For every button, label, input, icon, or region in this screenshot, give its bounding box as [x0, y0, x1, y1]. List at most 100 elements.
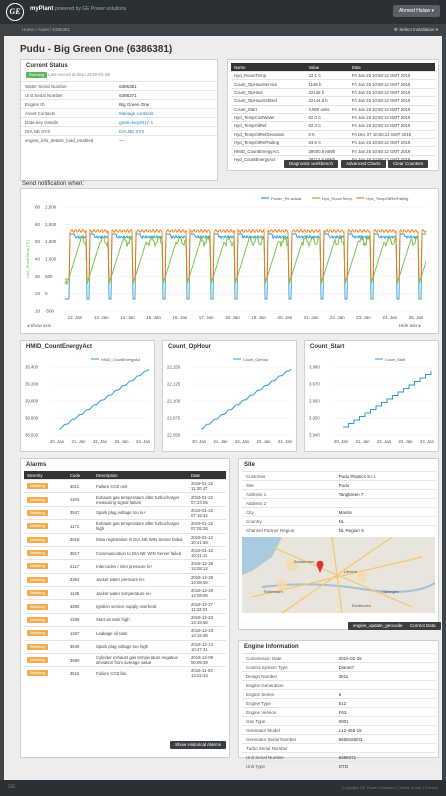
user-menu-button[interactable]: Ahmed Halaw ▾: [392, 5, 440, 17]
kv-value[interactable]: green-key2017-1: [115, 117, 217, 127]
diagnostic-workbench-button[interactable]: Diagnostic workbench: [284, 160, 339, 168]
severity-badge: Warning: [27, 523, 48, 530]
table-row[interactable]: Hyd_TempOilRefDeviation 0 K Fri Dec 07 10:…: [231, 129, 435, 139]
table-row[interactable]: Warning 3590 Cylinder exhaust gas temperat…: [24, 652, 226, 667]
table-row[interactable]: Hyd_TempOilRef 62.3 C Fri Jan 25 10:50:12 …: [231, 121, 435, 131]
table-row[interactable]: Warning 1258 Start air tank high 2018-12-23…: [24, 612, 226, 627]
table-row[interactable]: Warning 3516 Failure CO2 fan 2018-11-03 13:…: [24, 666, 226, 680]
table-row[interactable]: Warning 3260 Ignition service supply overh…: [24, 599, 226, 614]
table-cell: Cylinder exhaust gas temperature negativ…: [93, 652, 188, 667]
panel-title: Alarms: [26, 462, 47, 468]
column-header[interactable]: Code: [66, 471, 93, 480]
table-row[interactable]: Warning 3817 Communication to DIA.NE WIN S…: [24, 545, 226, 560]
update-geocode-button[interactable]: engine_update_geocode: [348, 622, 408, 630]
table-row[interactable]: Warning 3649 Spark plug voltage too high 20…: [24, 639, 226, 654]
legend-label[interactable]: Hyd_RoomTemp: [322, 196, 353, 201]
table-cell: 3547: [66, 505, 93, 520]
installation-menu[interactable]: ⚙ Select Installation ▾: [394, 27, 438, 33]
show-axis-toggle[interactable]: ◂ Show axis: [27, 323, 52, 328]
y-tick: 3,950: [309, 416, 320, 421]
kv-value[interactable]: DIA.NE SYS: [115, 126, 217, 136]
kv-key: Site: [242, 480, 335, 490]
column-header[interactable]: Description: [93, 471, 188, 480]
table-row[interactable]: Hyd_TempCoolWater 62.0 C Fri Jan 25 10:50:…: [231, 112, 435, 122]
table-cell: 3817: [66, 545, 93, 560]
table-cell: 22145 h: [305, 87, 349, 97]
table-row[interactable]: Warning 3547 Spark plug voltage too lo+ 201…: [24, 505, 226, 520]
column-header[interactable]: Name: [231, 63, 306, 72]
y-tick: 22,050: [167, 433, 181, 438]
map-label: Rotterdam: [264, 589, 283, 594]
kv-value: NL Region S: [334, 525, 435, 534]
y-tick: 22,125: [167, 382, 181, 387]
table-cell: Exhaust gas temperature after turbocharg…: [93, 492, 188, 507]
series-line-power[interactable]: [65, 233, 426, 300]
table-row[interactable]: Count_Start 3,960 units Fri Jan 25 10:50:1…: [231, 104, 435, 114]
table-row[interactable]: Count_OpHour 22145 h Fri Jan 25 10:50:12 G…: [231, 87, 435, 97]
column-header[interactable]: Date: [188, 471, 226, 480]
y-tick-right: 500: [45, 274, 53, 279]
legend-label[interactable]: Count_Start: [385, 358, 406, 362]
kv-row: Customer Pudu Plastics S.r.l.: [242, 471, 435, 481]
column-header[interactable]: Value: [305, 63, 349, 72]
legend-label[interactable]: HMID_CountEnergyAct: [101, 358, 141, 362]
severity-cell: Warning: [24, 545, 67, 560]
table-row[interactable]: Hyd_TempOilRefFailing 63.6 C Fri Jan 25 10…: [231, 137, 435, 147]
table-row[interactable]: HMID_CountEnergyAct 39000.8 MWh Fri Jan 25…: [231, 146, 435, 156]
table-row[interactable]: Warning 2117 Intercooler / inlet pressure …: [24, 559, 226, 574]
table-cell: 39000.8 MWh: [305, 146, 349, 156]
kv-value: Tangkreen 7: [334, 489, 435, 499]
table-row[interactable]: Warning 1267 Leakage oil tank 2018-12-23 14…: [24, 626, 226, 640]
kv-key: Asset Contacts: [21, 108, 116, 118]
ge-logo[interactable]: GE: [6, 3, 24, 21]
footer-links[interactable]: Copyright GE Power Solutions | Terms of …: [342, 785, 439, 790]
mini-chart[interactable]: Count_OpHour 22,150 22,125 22,100 22,075 22,0…: [163, 353, 296, 451]
kv-key: Engine Generation: [242, 680, 335, 690]
table-cell: Data registration in DIA.NE WIN Server f…: [93, 532, 188, 547]
site-map[interactable]: Amsterdam Utrecht Rotterdam Nijmegen Ein…: [242, 536, 436, 614]
kv-value: L12-455-15: [334, 725, 435, 735]
table-cell: 2018-12-29 14:08:06: [188, 572, 226, 587]
table-row[interactable]: Warning 3511 Failure CO2 unit 2019-01-22 11…: [24, 478, 226, 493]
legend-label[interactable]: Power_Pe.actual: [271, 196, 301, 201]
series-line[interactable]: [200, 369, 292, 430]
table-row[interactable]: Count_OpHourService 1145 h Fri Jan 25 10:5…: [231, 79, 435, 89]
legend-label[interactable]: Hyd_TempOilRefFailing: [366, 196, 408, 201]
alarms-table: Severity Code Description Date Warning 3511 Fa…: [24, 471, 226, 680]
table-row[interactable]: Warning 1171 Exhaust gas temperature after…: [24, 519, 226, 533]
table-row[interactable]: Warning 3362 Jacket water pressure lo+ 2018…: [24, 572, 226, 587]
column-header[interactable]: Severity: [24, 471, 67, 480]
table-row[interactable]: Count_OpHourSchDef 22144.5 h Fri Jan 25 10…: [231, 96, 435, 105]
show-historical-alarms-button[interactable]: Show Historical Alarms: [170, 741, 227, 749]
table-cell: 3362: [66, 572, 93, 587]
series-line[interactable]: [58, 369, 150, 430]
legend-label[interactable]: Count_OpHour: [243, 358, 269, 362]
table-row[interactable]: Warning 1148 Jacket water temperature lo+ 2…: [24, 585, 226, 600]
table-cell: 2018-12-29 14:08:06: [188, 585, 226, 600]
series-line-room-temp[interactable]: [64, 234, 427, 286]
severity-badge: Warning: [27, 563, 48, 570]
severity-cell: Warning: [24, 559, 67, 574]
correct-data-button[interactable]: Correct Data: [405, 622, 441, 630]
y-tick: 3,940: [309, 433, 320, 438]
table-row[interactable]: Warning 1163 Exhaust gas temperature after…: [24, 492, 226, 507]
clear-counters-button[interactable]: Clear Counters: [388, 160, 429, 168]
mini-chart[interactable]: Count_Start 3,980 3,970 3,960 3,950 3,940 20. …: [305, 353, 438, 451]
mini-chart[interactable]: HMID_CountEnergyAct 39,400 39,200 39,000 38,…: [21, 353, 154, 451]
table-row[interactable]: Warning 3818 Data registration in DIA.NE W…: [24, 532, 226, 547]
series-line[interactable]: [343, 371, 432, 428]
y-tick-right: 0: [45, 291, 48, 296]
kv-key: engine_info_details_load_enabled: [21, 135, 116, 144]
table-cell: Fri Jan 25 10:50:12 GMT 2019: [348, 146, 435, 156]
hide-axis-toggle[interactable]: Hide axis ▸: [399, 323, 422, 328]
table-row[interactable]: Hyd_RoomTemp 22.1 C Fri Jan 25 10:50:12 GM…: [231, 70, 435, 80]
table-cell: 2117: [66, 559, 93, 574]
advanced-charts-button[interactable]: Advanced Charts: [341, 160, 386, 168]
kv-value: NL: [334, 516, 435, 526]
breadcrumb[interactable]: Home / Asset / 6386381: [22, 27, 70, 32]
kv-value[interactable]: Manage contacts: [115, 108, 217, 118]
status-table: Water Serial Number 6386381 Unit Serial Nu…: [21, 81, 217, 144]
y-tick-right: 2,000: [45, 222, 57, 227]
column-header[interactable]: Date: [348, 63, 435, 72]
main-chart[interactable]: Power_Pe.actual Hyd_RoomTemp Hyd_TempOilRe…: [21, 189, 438, 333]
